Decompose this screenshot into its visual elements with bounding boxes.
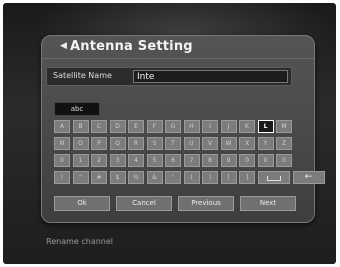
key-3-6[interactable]: '	[165, 171, 181, 184]
key-0-5[interactable]: F	[146, 120, 163, 133]
key-1-2[interactable]: P	[91, 137, 107, 150]
key-0-10[interactable]: K	[239, 120, 255, 133]
key-2-9[interactable]: 9	[220, 154, 237, 167]
satellite-name-row: Satellite Name Inte	[46, 67, 292, 86]
keyboard-mode-indicator[interactable]: abc	[54, 102, 100, 116]
key-0-0[interactable]: A	[54, 120, 70, 133]
key-3-2[interactable]: #	[91, 171, 107, 184]
key-3-9[interactable]: [	[220, 171, 237, 184]
key-1-4[interactable]: R	[128, 137, 144, 150]
key-2-5[interactable]: 5	[146, 154, 163, 167]
key-1-1[interactable]: O	[72, 137, 89, 150]
key-1-10[interactable]: X	[239, 137, 255, 150]
key-2-8[interactable]: 8	[202, 154, 218, 167]
key-0-3[interactable]: D	[109, 120, 126, 133]
key-0-2[interactable]: C	[91, 120, 107, 133]
key-1-8[interactable]: V	[202, 137, 218, 150]
key-1-0[interactable]: N	[54, 137, 70, 150]
key-3-10[interactable]: ]	[239, 171, 255, 184]
key-3-1[interactable]: "	[72, 171, 89, 184]
antenna-setting-dialog: ◀ Antenna Setting Satellite Name Inte ab…	[41, 35, 325, 223]
key-0-9[interactable]: J	[220, 120, 237, 133]
tv-screen: ◀ Antenna Setting Satellite Name Inte ab…	[3, 3, 336, 264]
key-3-8[interactable]: )	[202, 171, 218, 184]
key-2-11[interactable]: 0	[257, 154, 274, 167]
key-2-6[interactable]: 6	[165, 154, 181, 167]
key-2-4[interactable]: 4	[128, 154, 144, 167]
status-text: Rename channel	[46, 237, 114, 246]
key-1-6[interactable]: T	[165, 137, 181, 150]
key-0-8[interactable]: I	[202, 120, 218, 133]
key-0-7[interactable]: H	[183, 120, 200, 133]
key-0-6[interactable]: G	[165, 120, 181, 133]
ok-button[interactable]: Ok	[54, 196, 110, 211]
space-key-icon	[266, 176, 281, 181]
dialog-buttons: Ok Cancel Previous Next	[54, 196, 296, 212]
key-3-3[interactable]: $	[109, 171, 126, 184]
key-1-9[interactable]: W	[220, 137, 237, 150]
key-2-12[interactable]: 0	[276, 154, 292, 167]
key-1-3[interactable]: Q	[109, 137, 126, 150]
key-0-12[interactable]: M	[276, 120, 292, 133]
key-3-0[interactable]: !	[54, 171, 70, 184]
key-0-1[interactable]: B	[72, 120, 89, 133]
cancel-button[interactable]: Cancel	[116, 196, 172, 211]
key-2-3[interactable]: 3	[109, 154, 126, 167]
key-3-7[interactable]: (	[183, 171, 200, 184]
on-screen-keyboard: A B C D E F G H I J K L M N O P Q R S T U V W X Y Z 0 1 2 3 4 5 6 7 8 9 0 0 0!…	[54, 120, 325, 190]
dialog-title-bar: ◀ Antenna Setting	[42, 36, 314, 59]
key-2-0[interactable]: 0	[54, 154, 70, 167]
key-1-5[interactable]: S	[146, 137, 163, 150]
space-key[interactable]	[257, 171, 290, 184]
key-2-2[interactable]: 2	[91, 154, 107, 167]
backspace-key[interactable]: ←	[292, 171, 325, 184]
satellite-name-label: Satellite Name	[53, 71, 112, 80]
key-2-1[interactable]: 1	[72, 154, 89, 167]
key-1-12[interactable]: Z	[276, 137, 292, 150]
key-3-5[interactable]: &	[146, 171, 163, 184]
key-0-4[interactable]: E	[128, 120, 144, 133]
key-2-10[interactable]: 0	[239, 154, 255, 167]
key-3-4[interactable]: %	[128, 171, 144, 184]
back-arrow-icon[interactable]: ◀	[60, 41, 67, 51]
satellite-name-input[interactable]: Inte	[133, 70, 288, 83]
key-1-7[interactable]: U	[183, 137, 200, 150]
key-0-11[interactable]: L	[257, 120, 274, 133]
backspace-arrow-icon: ←	[304, 172, 313, 182]
key-2-7[interactable]: 7	[183, 154, 200, 167]
dialog-title: Antenna Setting	[70, 39, 193, 54]
next-button[interactable]: Next	[240, 196, 296, 211]
previous-button[interactable]: Previous	[178, 196, 234, 211]
key-1-11[interactable]: Y	[257, 137, 274, 150]
